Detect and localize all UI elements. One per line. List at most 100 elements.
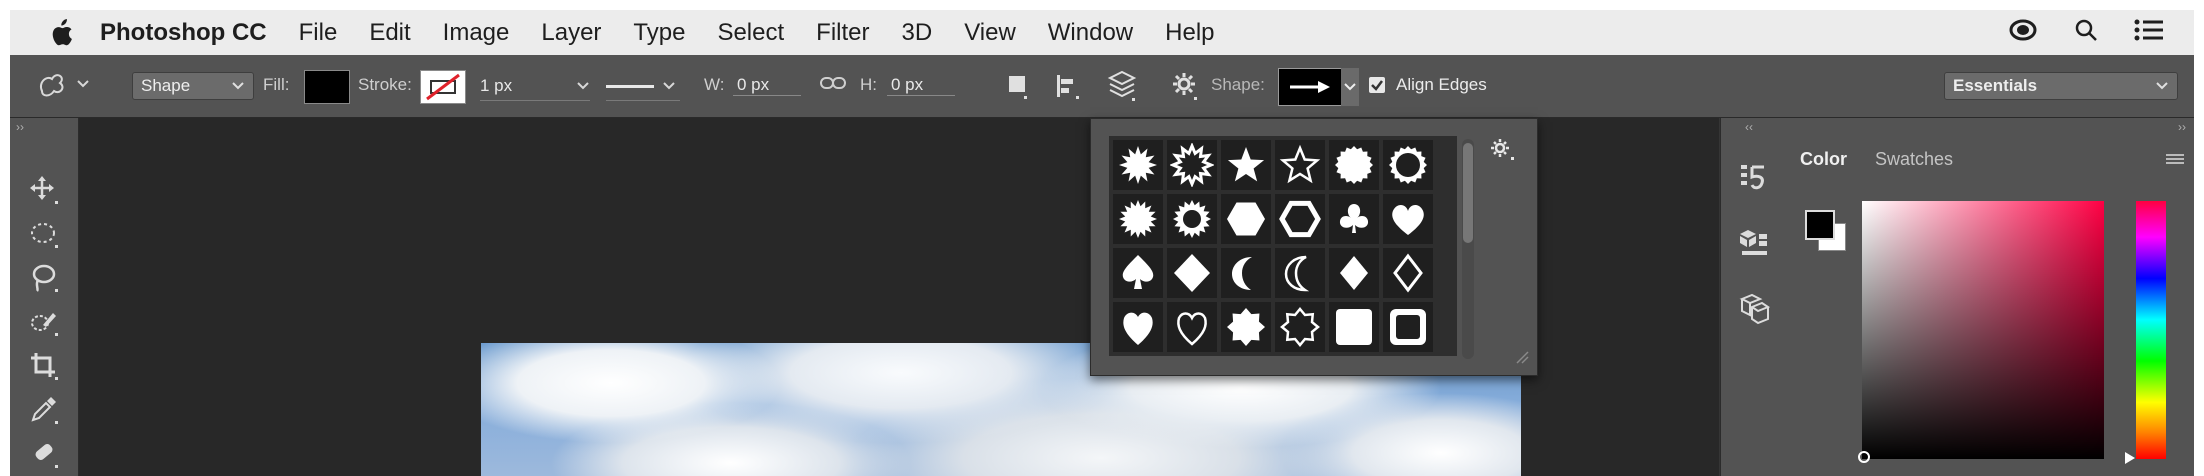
shape-cell-spade[interactable] [1113, 248, 1163, 298]
stroke-swatch[interactable] [420, 70, 466, 104]
arrow-shape-icon [1290, 81, 1330, 93]
panel-menu-icon[interactable] [2166, 152, 2184, 171]
shape-cell-hexagon-outline[interactable] [1275, 194, 1325, 244]
align-edges-checkbox[interactable]: Align Edges [1368, 75, 1487, 95]
notification-center-icon[interactable] [2134, 19, 2164, 46]
tool-preset-picker[interactable] [36, 69, 90, 99]
menu-select[interactable]: Select [717, 19, 784, 47]
menu-edit[interactable]: Edit [369, 19, 410, 47]
shape-cell-diamond-outline[interactable] [1383, 248, 1433, 298]
shape-cell-star-5-outline[interactable] [1275, 140, 1325, 190]
shape-cell-seal[interactable] [1329, 140, 1379, 190]
hexagon-shape-icon [1227, 202, 1265, 236]
shape-cell-star-8-outline[interactable] [1275, 302, 1325, 352]
shape-cell-square-frame[interactable] [1383, 302, 1433, 352]
height-field[interactable]: 0 px [887, 75, 955, 96]
eyedropper-tool-icon[interactable] [26, 392, 62, 428]
menu-type[interactable]: Type [633, 19, 685, 47]
hue-slider[interactable] [2125, 201, 2166, 464]
shape-cell-diamond-small[interactable] [1329, 248, 1379, 298]
shape-cell-square-rounded[interactable] [1329, 302, 1379, 352]
shape-picker-dropdown-toggle[interactable] [1341, 68, 1359, 106]
foreground-color-swatch[interactable] [1805, 210, 1835, 240]
menu-file[interactable]: File [299, 19, 338, 47]
panel-expand-icon[interactable]: ›› [2178, 120, 2186, 134]
stroke-width-value: 1 px [480, 76, 513, 95]
shape-picker-scrollbar[interactable] [1462, 139, 1474, 359]
tool-mode-dropdown[interactable]: Shape [132, 72, 254, 100]
shape-cell-star-5[interactable] [1221, 140, 1271, 190]
menu-window[interactable]: Window [1048, 19, 1133, 47]
3d-properties-panel-icon[interactable] [1733, 222, 1775, 264]
shape-cell-heart-outline[interactable] [1167, 302, 1217, 352]
width-label: W: [704, 75, 725, 94]
shape-cell-heart[interactable] [1383, 194, 1433, 244]
path-operations-icon[interactable] [1006, 73, 1032, 101]
moon-shape-icon [1232, 257, 1252, 290]
menu-help[interactable]: Help [1165, 19, 1214, 47]
menu-app-name[interactable]: Photoshop CC [100, 19, 267, 47]
apple-logo-icon[interactable] [42, 10, 80, 55]
path-arrangement-icon[interactable] [1106, 69, 1138, 103]
shape-cell-circle-frame[interactable] [1383, 140, 1433, 190]
history-panel-icon[interactable] [1733, 156, 1775, 198]
chevron-down-icon [577, 82, 589, 90]
quick-selection-tool-icon[interactable] [26, 304, 62, 340]
healing-brush-tool-icon[interactable] [26, 436, 62, 472]
fill-swatch[interactable] [304, 70, 350, 104]
shape-cell-gear-sun[interactable] [1167, 194, 1217, 244]
color-picker-marker-icon [1858, 451, 1870, 463]
tool-mode-value: Shape [141, 76, 191, 95]
no-stroke-icon [426, 73, 460, 101]
gear-icon[interactable] [1170, 71, 1200, 101]
menu-3d[interactable]: 3D [902, 19, 933, 47]
workspace-value: Essentials [1953, 76, 2038, 95]
chevron-down-icon [77, 80, 89, 88]
shape-cell-diamond[interactable] [1167, 248, 1217, 298]
workspace-dropdown[interactable]: Essentials [1944, 72, 2178, 100]
tab-swatches[interactable]: Swatches [1861, 138, 1967, 180]
shape-cell-heart-solid[interactable] [1113, 302, 1163, 352]
diamond-outline-shape-icon [1393, 253, 1423, 293]
stroke-width-field[interactable]: 1 px [480, 72, 590, 101]
shape-cell-moon-outline[interactable] [1275, 248, 1325, 298]
elliptical-marquee-tool-icon[interactable] [26, 216, 62, 252]
shape-cell-starburst-8[interactable] [1113, 140, 1163, 190]
shape-grid [1109, 136, 1457, 356]
move-tool-icon[interactable] [26, 172, 62, 208]
shape-cell-star-8[interactable] [1221, 302, 1271, 352]
stroke-type-dropdown[interactable] [606, 72, 680, 101]
saturation-brightness-field[interactable] [1858, 201, 2104, 463]
heart-outline-shape-icon [1177, 312, 1207, 346]
3d-layers-panel-icon[interactable] [1733, 288, 1775, 330]
lasso-tool-icon[interactable] [26, 260, 62, 296]
shape-cell-moon[interactable] [1221, 248, 1271, 298]
shape-cell-starburst-12[interactable] [1167, 140, 1217, 190]
shape-picker-settings-gear-icon[interactable] [1489, 137, 1515, 168]
shape-cell-club[interactable] [1329, 194, 1379, 244]
path-alignment-icon[interactable] [1054, 73, 1082, 101]
menu-layer[interactable]: Layer [541, 19, 601, 47]
hue-slider-thumb-icon[interactable] [2124, 451, 2136, 465]
width-field[interactable]: 0 px [733, 75, 801, 96]
shape-cell-sun[interactable] [1113, 194, 1163, 244]
crop-tool-icon[interactable] [26, 348, 62, 384]
menu-image[interactable]: Image [443, 19, 510, 47]
shape-picker-scroll-thumb[interactable] [1463, 143, 1473, 243]
square-rounded-shape-icon [1336, 309, 1372, 345]
spotlight-search-icon[interactable] [2074, 18, 2098, 47]
resize-grip-icon[interactable] [1513, 348, 1529, 369]
shape-picker-button[interactable] [1278, 68, 1342, 106]
link-dimensions-icon[interactable] [820, 75, 846, 91]
dock-collapse-icon[interactable]: ‹‹ [1745, 120, 1753, 134]
menu-view[interactable]: View [964, 19, 1016, 47]
toolbar-expand-icon[interactable]: ›› [16, 120, 24, 134]
tab-color[interactable]: Color [1786, 138, 1861, 180]
creative-cloud-icon[interactable] [2008, 18, 2038, 47]
shape-label: Shape: [1211, 75, 1265, 94]
menu-bar: Photoshop CC File Edit Image Layer Type … [10, 10, 2194, 55]
star-5-outline-shape-icon [1279, 144, 1321, 184]
moon-outline-shape-icon [1284, 255, 1310, 292]
menu-filter[interactable]: Filter [816, 19, 869, 47]
shape-cell-hexagon[interactable] [1221, 194, 1271, 244]
